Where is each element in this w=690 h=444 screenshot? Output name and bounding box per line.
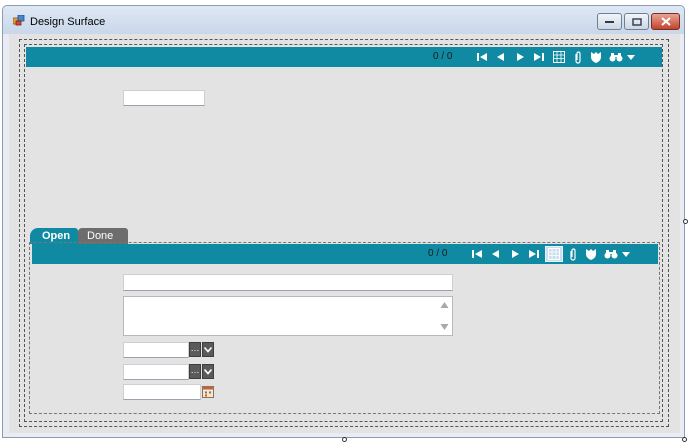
minimize-icon <box>605 20 614 23</box>
date-field-input[interactable] <box>123 384 201 400</box>
detail-memo-field[interactable] <box>123 296 453 336</box>
maximize-icon <box>631 17 642 26</box>
detail-navigation-toolbar: 0 / 0 <box>32 244 658 264</box>
window-title: Design Surface <box>30 16 106 28</box>
maximize-button[interactable] <box>624 13 649 30</box>
resize-handle-bottom[interactable] <box>342 437 347 442</box>
dropdown-arrow-icon[interactable] <box>621 247 631 261</box>
shield-icon[interactable] <box>589 50 603 64</box>
binoculars-icon[interactable] <box>603 247 619 261</box>
top-navigation-toolbar: 0 / 0 <box>26 47 662 67</box>
chevron-down-icon <box>203 368 213 375</box>
scroll-down-icon[interactable] <box>440 323 449 331</box>
combo-dropdown-button[interactable] <box>202 364 214 379</box>
design-surface: 0 / 0 Open Done 0 / 0 … … <box>9 34 680 433</box>
last-record-icon[interactable] <box>527 247 541 261</box>
attachment-icon[interactable] <box>571 50 585 64</box>
lookup-ellipsis-icon[interactable]: … <box>189 342 201 357</box>
scroll-up-icon[interactable] <box>440 301 449 309</box>
record-counter: 0 / 0 <box>433 51 453 62</box>
calendar-icon[interactable] <box>202 385 214 399</box>
record-counter: 0 / 0 <box>428 248 448 259</box>
resize-handle-right[interactable] <box>683 219 688 224</box>
detail-text-input[interactable] <box>123 274 453 291</box>
app-icon <box>13 15 25 26</box>
title-bar[interactable]: Design Surface <box>3 6 684 34</box>
previous-record-icon[interactable] <box>489 247 503 261</box>
grid-view-icon[interactable] <box>545 246 563 262</box>
next-record-icon[interactable] <box>508 247 522 261</box>
chevron-down-icon <box>203 346 213 353</box>
first-record-icon[interactable] <box>475 50 489 64</box>
shield-icon[interactable] <box>584 247 598 261</box>
combo-dropdown-button[interactable] <box>202 342 214 357</box>
close-icon <box>660 17 671 26</box>
close-button[interactable] <box>651 13 680 30</box>
header-field-input[interactable] <box>123 90 205 106</box>
next-record-icon[interactable] <box>513 50 527 64</box>
designer-window: Design Surface 0 / 0 Open Done 0 / 0 … … <box>2 5 685 438</box>
attachment-icon[interactable] <box>566 247 580 261</box>
binoculars-icon[interactable] <box>608 50 624 64</box>
first-record-icon[interactable] <box>470 247 484 261</box>
lookup-combo-1-input[interactable] <box>123 342 189 358</box>
grid-view-icon[interactable] <box>552 50 566 64</box>
lookup-ellipsis-icon[interactable]: … <box>189 364 201 379</box>
dropdown-arrow-icon[interactable] <box>626 50 636 64</box>
resize-handle-bottom-right[interactable] <box>682 437 687 442</box>
lookup-combo-2-input[interactable] <box>123 364 189 380</box>
last-record-icon[interactable] <box>532 50 546 64</box>
minimize-button[interactable] <box>597 13 622 30</box>
previous-record-icon[interactable] <box>494 50 508 64</box>
